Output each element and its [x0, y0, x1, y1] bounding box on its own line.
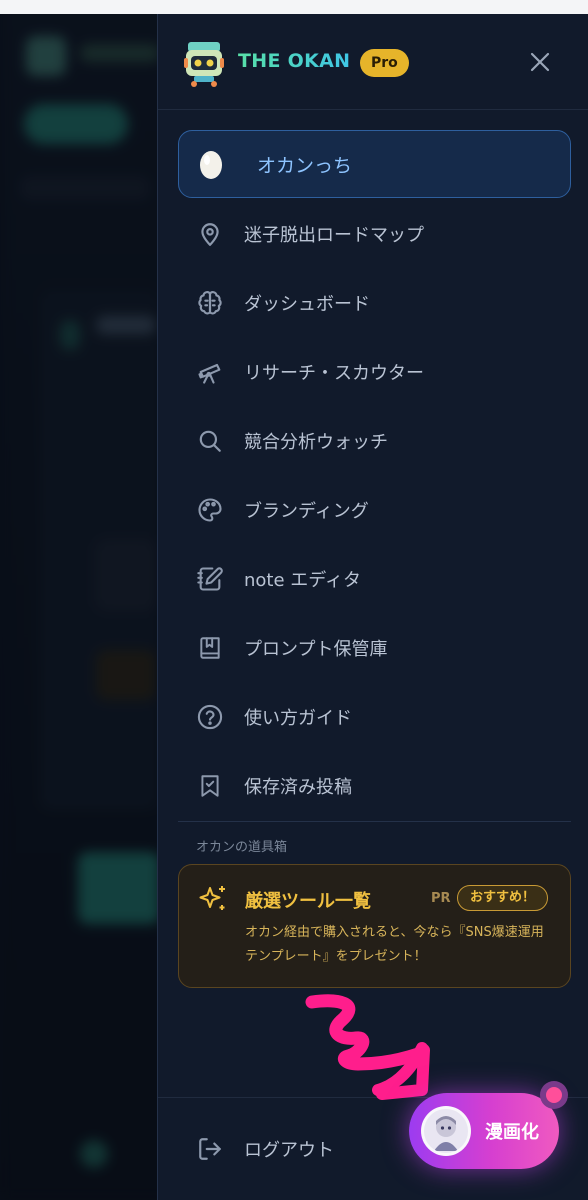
sparkles-icon [199, 886, 225, 910]
drawer-header: THE OKAN Pro [158, 14, 588, 110]
nav-label: note エディタ [244, 570, 362, 591]
nav-item-competitor[interactable]: 競合分析ウォッチ [178, 407, 571, 475]
brain-icon [194, 287, 226, 319]
logout-button[interactable]: ログアウト [178, 1117, 428, 1181]
nav-label: 保存済み投稿 [244, 777, 352, 798]
book-bookmark-icon [194, 632, 226, 664]
nav-item-branding[interactable]: ブランディング [178, 476, 571, 544]
nav-item-prompt-vault[interactable]: プロンプト保管庫 [178, 614, 571, 682]
side-drawer: THE OKAN Pro オカンっち 迷子脱出ロードマップ ダッシュボード リサ… [157, 14, 588, 1200]
nav-item-okanchi[interactable]: オカンっち [178, 130, 571, 198]
manga-button[interactable]: 漫画化 [409, 1093, 559, 1169]
nav-item-guide[interactable]: 使い方ガイド [178, 683, 571, 751]
nav-item-note-editor[interactable]: note エディタ [178, 545, 571, 613]
pro-badge: Pro [360, 49, 409, 77]
promo-title: 厳選ツール一覧 [245, 891, 371, 912]
robot-logo-icon [184, 42, 224, 87]
nav-divider [178, 821, 571, 822]
map-pin-icon [194, 218, 226, 250]
nav-label: ダッシュボード [244, 294, 370, 315]
nav-label: 競合分析ウォッチ [244, 432, 388, 453]
manga-label: 漫画化 [485, 1122, 539, 1143]
nav-item-research[interactable]: リサーチ・スカウター [178, 338, 571, 406]
nav-item-roadmap[interactable]: 迷子脱出ロードマップ [178, 200, 571, 268]
nav-label: 迷子脱出ロードマップ [244, 225, 424, 246]
nav-label: ブランディング [244, 501, 369, 522]
nav-label: プロンプト保管庫 [244, 639, 388, 660]
status-strip [0, 0, 588, 14]
nav-label: オカンっち [257, 154, 353, 177]
bookmark-check-icon [194, 770, 226, 802]
close-icon [530, 52, 550, 72]
logout-icon [194, 1133, 226, 1165]
character-avatar-icon [421, 1106, 471, 1156]
pr-tag: PR [431, 891, 451, 906]
close-button[interactable] [522, 44, 558, 80]
toolbox-section-label: オカンの道具箱 [196, 840, 288, 855]
palette-icon [194, 494, 226, 526]
notebook-pen-icon [194, 563, 226, 595]
nav-label: リサーチ・スカウター [244, 363, 424, 384]
telescope-icon [194, 356, 226, 388]
recommended-badge: おすすめ！ [457, 885, 549, 911]
nav-item-saved-posts[interactable]: 保存済み投稿 [178, 752, 571, 820]
help-circle-icon [194, 701, 226, 733]
logout-label: ログアウト [244, 1140, 334, 1161]
nav-item-dashboard[interactable]: ダッシュボード [178, 269, 571, 337]
toolbox-promo-card[interactable]: 厳選ツール一覧 PR おすすめ！ オカン経由で購入されると、今なら『SNS爆速運… [178, 864, 571, 988]
search-icon [194, 425, 226, 457]
notification-dot [540, 1081, 568, 1109]
promo-description: オカン経由で購入されると、今なら『SNS爆速運用テンプレート』をプレゼント！ [245, 925, 544, 964]
brand-name: THE OKAN [238, 50, 351, 72]
egg-icon [195, 148, 227, 180]
nav-label: 使い方ガイド [244, 708, 352, 729]
